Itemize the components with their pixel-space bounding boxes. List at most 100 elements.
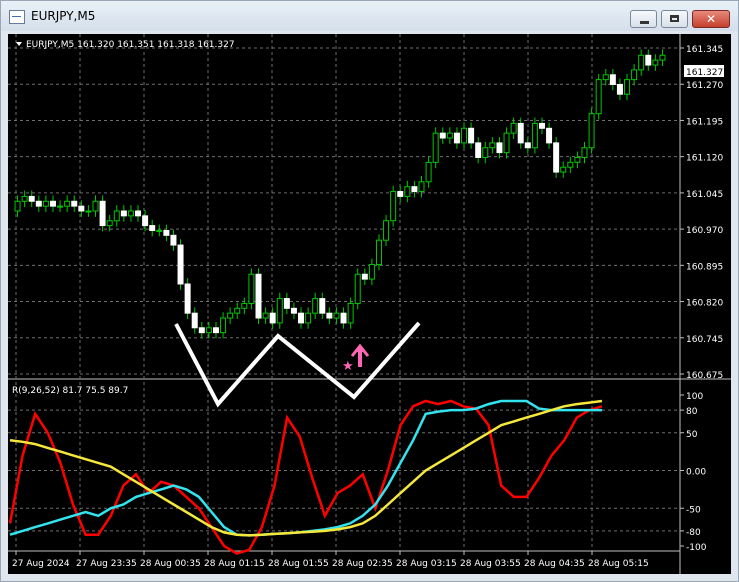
candle xyxy=(354,268,361,310)
chart-header: EURJPY,M5 161.320 161.351 161.318 161.32… xyxy=(26,40,235,50)
candle xyxy=(439,127,446,144)
candle xyxy=(375,234,382,271)
current-price-label: 161.327 xyxy=(686,68,723,78)
candle xyxy=(510,117,517,139)
candle xyxy=(638,49,645,76)
candle xyxy=(71,195,78,212)
candle xyxy=(524,137,531,154)
candle xyxy=(340,307,347,329)
candle xyxy=(198,321,205,339)
time-axis-label: 28 Aug 02:35 xyxy=(332,559,393,569)
title-bar[interactable]: EURJPY,M5 xyxy=(1,1,738,31)
candle xyxy=(135,205,142,222)
candle xyxy=(503,127,510,159)
indicator-axis-label: -80 xyxy=(686,528,701,538)
candle xyxy=(475,137,482,164)
candle xyxy=(652,54,659,71)
price-axis-label: 160.820 xyxy=(686,299,723,309)
buy-arrow-icon xyxy=(350,343,370,367)
candle xyxy=(624,73,631,101)
chart-window: EURJPY,M5 161.345161.270161.195161.12016… xyxy=(0,0,739,582)
price-axis-label: 161.120 xyxy=(686,154,723,164)
candle xyxy=(283,292,290,315)
candle xyxy=(468,122,475,149)
candle xyxy=(616,78,623,101)
candle xyxy=(659,49,666,67)
indicator-label: R(9,26,52) 81.7 75.5 89.7 xyxy=(12,386,128,396)
price-axis-label: 161.345 xyxy=(686,45,723,55)
time-axis-label: 27 Aug 2024 xyxy=(12,559,70,569)
maximize-icon xyxy=(662,11,687,27)
candle xyxy=(241,297,248,315)
candle xyxy=(127,205,134,222)
candle xyxy=(298,307,305,329)
indicator-axis-label: 100 xyxy=(686,392,703,402)
candle xyxy=(645,49,652,71)
close-icon xyxy=(693,11,729,27)
candle xyxy=(120,205,127,222)
time-axis-label: 27 Aug 23:35 xyxy=(76,559,137,569)
candle xyxy=(113,205,120,227)
candle xyxy=(64,195,71,212)
indicator-axis-label: 50 xyxy=(686,430,698,440)
time-axis-label: 28 Aug 05:15 xyxy=(588,559,649,569)
candle xyxy=(248,268,255,310)
price-axis-label: 161.270 xyxy=(686,81,723,91)
star-icon: ★ xyxy=(342,359,354,374)
candle xyxy=(390,185,397,227)
candle xyxy=(489,137,496,154)
time-axis-label: 28 Aug 01:55 xyxy=(268,559,329,569)
candle xyxy=(567,156,574,174)
candle xyxy=(255,268,262,324)
dropdown-triangle-icon[interactable] xyxy=(16,42,22,46)
minimize-icon xyxy=(631,11,656,27)
price-chart[interactable]: 161.345 161.270 161.195 161.120 161.045 160.9… xyxy=(8,34,731,574)
candle xyxy=(333,307,340,324)
close-button[interactable] xyxy=(692,10,730,28)
candle xyxy=(262,307,269,324)
candle xyxy=(212,321,219,339)
chart-area[interactable]: 161.345 161.270 161.195 161.120 161.045 160.9… xyxy=(8,34,731,574)
candle xyxy=(631,64,638,86)
maximize-button[interactable] xyxy=(661,10,688,28)
candle xyxy=(35,195,42,212)
candle xyxy=(149,219,156,237)
candle xyxy=(319,292,326,320)
candle xyxy=(432,127,439,169)
price-axis-label: 160.675 xyxy=(686,371,723,381)
candle xyxy=(142,210,149,232)
candle xyxy=(177,239,184,290)
price-axis-label: 160.745 xyxy=(686,335,723,345)
indicator-axis-label: -100 xyxy=(686,543,707,553)
time-axis-label: 28 Aug 03:55 xyxy=(460,559,521,569)
indicator-axis-label: -50 xyxy=(686,505,701,515)
candle xyxy=(560,161,567,178)
candle xyxy=(205,321,212,339)
application-icon xyxy=(9,10,25,24)
candle xyxy=(368,258,375,285)
candle xyxy=(163,224,170,242)
candle xyxy=(546,122,553,149)
candle xyxy=(92,195,99,217)
candle xyxy=(156,224,163,237)
candle xyxy=(404,180,411,203)
price-axis-label: 161.045 xyxy=(686,190,723,200)
candle xyxy=(85,205,92,217)
candle xyxy=(397,185,404,203)
candle xyxy=(269,307,276,329)
price-axis-label: 160.970 xyxy=(686,226,723,236)
candle xyxy=(553,137,560,178)
candle xyxy=(602,68,609,86)
candle xyxy=(574,151,581,169)
time-axis-label: 28 Aug 01:15 xyxy=(204,559,265,569)
candle xyxy=(461,122,468,149)
candle xyxy=(42,195,49,212)
candle xyxy=(446,127,453,144)
price-axis-label: 161.195 xyxy=(686,117,723,127)
candle xyxy=(496,137,503,159)
minimize-button[interactable] xyxy=(630,10,657,28)
candle xyxy=(411,180,418,198)
candle xyxy=(383,214,390,247)
candle xyxy=(581,141,588,164)
candle xyxy=(191,307,198,334)
